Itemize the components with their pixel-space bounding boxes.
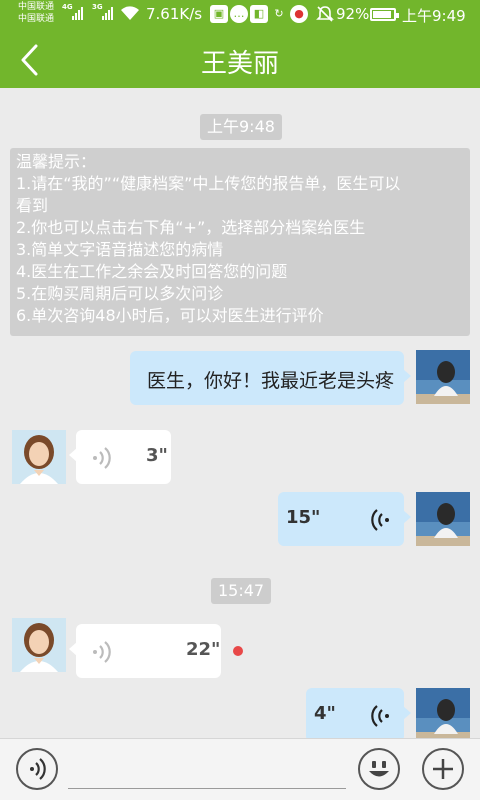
battery-percent: 92% <box>336 5 370 23</box>
notice-line: 4.医生在工作之余会及时回答您的问题 <box>16 262 288 281</box>
wifi-icon <box>121 6 139 20</box>
add-attachment-button[interactable] <box>422 748 464 790</box>
chat-area[interactable]: 上午9:48 温馨提示： 1.请在“我的”“健康档案”中上传您的报告单，医生可以… <box>0 88 480 738</box>
notice-line: 3.简单文字语音描述您的病情 <box>16 240 224 259</box>
voice-wave-icon <box>371 509 389 531</box>
input-bar <box>0 738 480 800</box>
emoji-icon <box>369 761 389 777</box>
doctor-avatar[interactable] <box>12 430 66 484</box>
voice-icon <box>30 758 46 780</box>
time-label: 上午9:48 <box>200 114 282 140</box>
shop-notification-icon: ● <box>290 5 308 23</box>
voice-input-button[interactable] <box>16 748 58 790</box>
status-bar: 中国联通 中国联通 4G 3G 7.61K/s ▣ … ◧ ↻ ● 92% 上午… <box>0 0 480 30</box>
voice-wave-icon <box>93 641 111 663</box>
user-voice-bubble[interactable]: 4" <box>306 688 411 738</box>
voice-duration: 15" <box>286 507 321 528</box>
time-label: 15:47 <box>211 578 272 604</box>
notice-line: 5.在购买周期后可以多次问诊 <box>16 284 224 303</box>
user-avatar[interactable] <box>416 688 470 738</box>
title-bar: 王美丽 <box>0 30 480 88</box>
app-notification-icon: ▣ <box>210 5 228 23</box>
carrier-label: 中国联通 中国联通 <box>18 2 55 24</box>
user-avatar[interactable] <box>416 492 470 546</box>
battery-icon <box>370 8 399 21</box>
doctor-voice-bubble[interactable]: 22" <box>69 624 221 678</box>
network-speed: 7.61K/s <box>146 5 203 23</box>
signal-icon-2 <box>102 6 113 20</box>
voice-duration: 4" <box>314 703 336 724</box>
notice-line: 看到 <box>16 196 49 215</box>
sync-icon: ↻ <box>274 7 284 20</box>
notice-line: 6.单次咨询48小时后，可以对医生进行评价 <box>16 306 324 325</box>
doctor-avatar-image <box>12 618 66 672</box>
voice-duration: 3" <box>146 445 168 466</box>
emoji-button[interactable] <box>358 748 400 790</box>
doctor-avatar[interactable] <box>12 618 66 672</box>
user-avatar[interactable] <box>416 350 470 404</box>
notice-line: 2.你也可以点击右下角“+”，选择部分档案给医生 <box>16 218 366 237</box>
user-avatar-image <box>416 350 470 404</box>
plus-icon <box>433 759 453 779</box>
message-input[interactable] <box>68 749 346 789</box>
picture-notification-icon: ◧ <box>250 5 268 23</box>
voice-duration: 22" <box>186 639 221 660</box>
notice-message: 温馨提示： 1.请在“我的”“健康档案”中上传您的报告单，医生可以 看到 2.你… <box>10 148 470 336</box>
page-title: 王美丽 <box>200 49 279 79</box>
user-voice-bubble[interactable]: 15" <box>278 492 411 546</box>
message-notification-icon: … <box>230 5 248 23</box>
notice-line: 1.请在“我的”“健康档案”中上传您的报告单，医生可以 <box>16 174 401 193</box>
notice-line: 温馨提示： <box>16 152 97 171</box>
voice-wave-icon <box>371 705 389 727</box>
signal-icon-1 <box>72 6 83 20</box>
doctor-voice-bubble[interactable]: 3" <box>69 430 171 484</box>
user-avatar-image <box>416 492 470 546</box>
status-time: 上午9:49 <box>402 7 466 25</box>
user-avatar-image <box>416 688 470 738</box>
bell-mute-icon <box>316 6 334 22</box>
voice-wave-icon <box>93 447 111 469</box>
user-text-bubble[interactable]: 医生，你好！我最近老是头疼 <box>130 351 411 405</box>
message-text: 医生，你好！我最近老是头疼 <box>147 370 395 392</box>
doctor-avatar-image <box>12 430 66 484</box>
unread-dot <box>233 646 243 656</box>
